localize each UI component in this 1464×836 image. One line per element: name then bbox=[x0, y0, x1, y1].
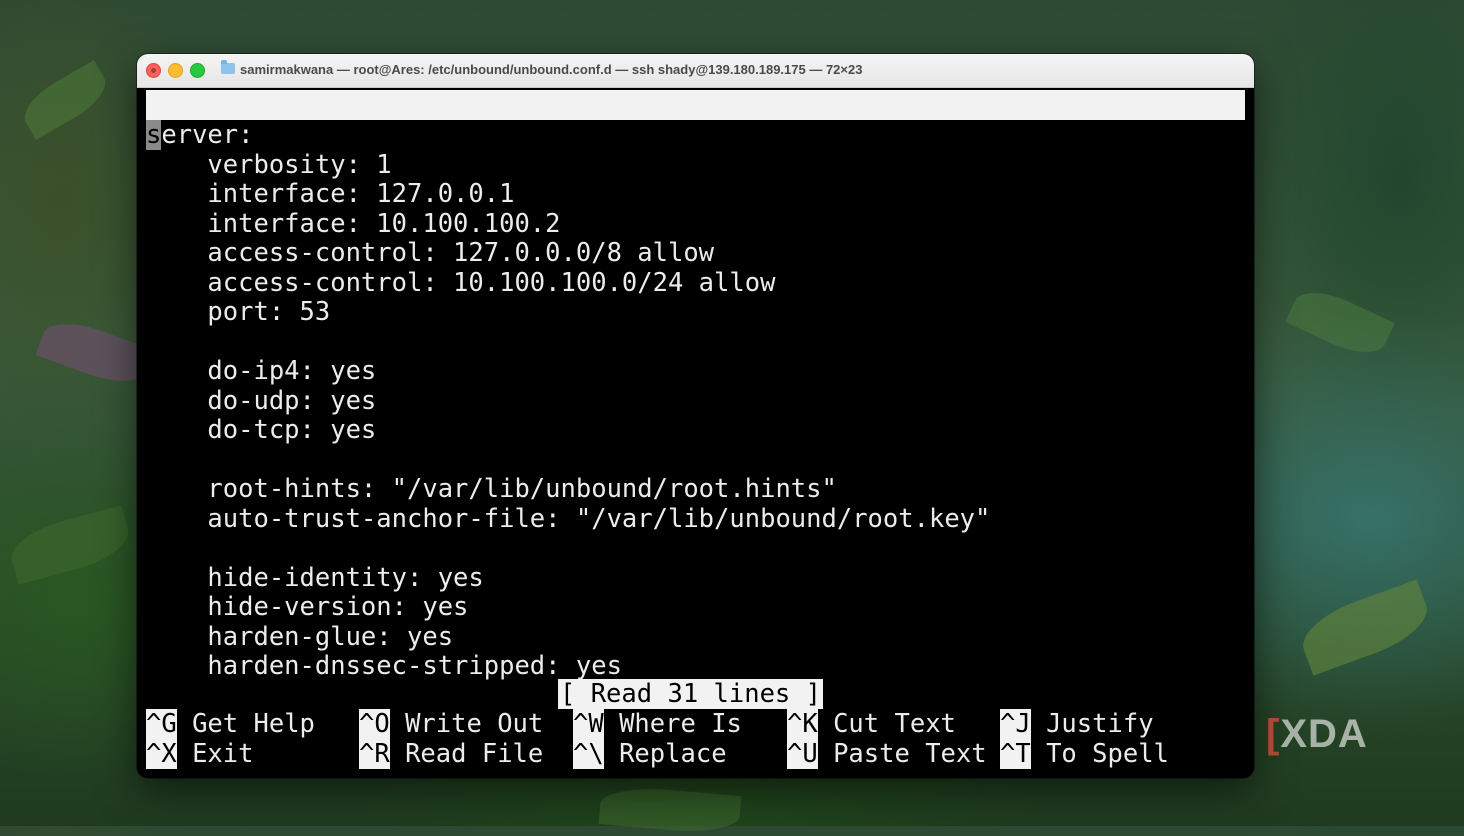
shortcut-label: Cut Text bbox=[833, 709, 956, 739]
shortcut-where-is[interactable]: ^W Where Is bbox=[573, 709, 742, 739]
editor-line[interactable]: harden-glue: yes bbox=[146, 622, 453, 652]
xda-watermark: [XDA bbox=[1266, 712, 1368, 757]
shortcut-key: ^\ bbox=[573, 739, 604, 769]
maximize-window-button[interactable] bbox=[190, 63, 205, 78]
editor-line-text: erver: bbox=[161, 120, 254, 150]
shortcut-label: Where Is bbox=[619, 709, 742, 739]
editor-line[interactable]: do-udp: yes bbox=[146, 386, 376, 416]
editor-line[interactable]: access-control: 10.100.100.0/24 allow bbox=[146, 268, 775, 298]
shortcut-label: Paste Text bbox=[833, 739, 987, 769]
shortcut-label: Justify bbox=[1046, 709, 1154, 739]
editor-line[interactable]: do-ip4: yes bbox=[146, 356, 376, 386]
shortcut-get-help[interactable]: ^G Get Help bbox=[146, 709, 315, 739]
background-leaf bbox=[5, 505, 135, 585]
editor-line[interactable]: hide-identity: yes bbox=[146, 563, 483, 593]
editor-line[interactable]: harden-dnssec-stripped: yes bbox=[146, 651, 622, 681]
folder-icon bbox=[221, 60, 235, 74]
text-cursor: s bbox=[146, 120, 162, 150]
editor-line[interactable]: root-hints: "/var/lib/unbound/root.hints… bbox=[146, 474, 836, 504]
terminal-content[interactable]: GNU nano 4.8 recursive.conf server: verb… bbox=[137, 88, 1254, 778]
editor-line[interactable]: interface: 127.0.0.1 bbox=[146, 179, 514, 209]
shortcut-label: Read File bbox=[405, 739, 544, 769]
shortcut-read-file[interactable]: ^R Read File bbox=[359, 739, 543, 769]
editor-line[interactable]: interface: 10.100.100.2 bbox=[146, 209, 560, 239]
shortcut-replace[interactable]: ^\ Replace bbox=[573, 739, 727, 769]
shortcut-label: To Spell bbox=[1046, 739, 1169, 769]
close-window-button[interactable] bbox=[146, 63, 161, 78]
editor-line[interactable]: auto-trust-anchor-file: "/var/lib/unboun… bbox=[146, 504, 990, 534]
shortcut-key: ^T bbox=[1000, 739, 1031, 769]
title-bar[interactable]: samirmakwana — root@Ares: /etc/unbound/u… bbox=[137, 54, 1254, 88]
background-leaf bbox=[16, 60, 114, 140]
file-name: recursive.conf bbox=[620, 150, 835, 180]
shortcut-label: Replace bbox=[619, 739, 727, 769]
editor-line[interactable]: do-tcp: yes bbox=[146, 415, 376, 445]
editor-line[interactable]: verbosity: 1 bbox=[146, 150, 391, 180]
shortcut-write-out[interactable]: ^O Write Out bbox=[359, 709, 543, 739]
background-leaf bbox=[1294, 579, 1436, 676]
background-leaf bbox=[1285, 280, 1395, 365]
status-message: [ Read 31 lines ] bbox=[558, 679, 823, 709]
shortcut-label: Get Help bbox=[192, 709, 315, 739]
shortcut-cut-text[interactable]: ^K Cut Text bbox=[787, 709, 956, 739]
shortcut-paste-text[interactable]: ^U Paste Text bbox=[787, 739, 987, 769]
shortcut-key: ^R bbox=[359, 739, 390, 769]
editor-line[interactable]: port: 53 bbox=[146, 297, 330, 327]
shortcut-key: ^J bbox=[1000, 709, 1031, 739]
window-title: samirmakwana — root@Ares: /etc/unbound/u… bbox=[240, 62, 863, 77]
shortcut-justify[interactable]: ^J Justify bbox=[1000, 709, 1154, 739]
shortcut-key: ^O bbox=[359, 709, 390, 739]
shortcut-key: ^X bbox=[146, 739, 177, 769]
shortcut-key: ^U bbox=[787, 739, 818, 769]
shortcut-to-spell[interactable]: ^T To Spell bbox=[1000, 739, 1169, 769]
editor-line[interactable]: hide-version: yes bbox=[146, 592, 468, 622]
background-leaf bbox=[598, 783, 742, 836]
shortcut-label: Write Out bbox=[405, 709, 544, 739]
nano-header-bar: GNU nano 4.8 recursive.conf bbox=[146, 90, 1245, 180]
watermark-text: XDA bbox=[1280, 712, 1368, 756]
shortcut-exit[interactable]: ^X Exit bbox=[146, 739, 254, 769]
editor-line[interactable]: access-control: 127.0.0.0/8 allow bbox=[146, 238, 714, 268]
editor-line[interactable]: server: bbox=[146, 120, 253, 150]
shortcut-key: ^K bbox=[787, 709, 818, 739]
close-icon bbox=[151, 68, 156, 73]
shortcut-label: Exit bbox=[192, 739, 254, 769]
minimize-window-button[interactable] bbox=[168, 63, 183, 78]
terminal-window[interactable]: samirmakwana — root@Ares: /etc/unbound/u… bbox=[137, 54, 1254, 778]
shortcut-key: ^G bbox=[146, 709, 177, 739]
xda-logo-icon: [ bbox=[1266, 712, 1281, 756]
shortcut-key: ^W bbox=[573, 709, 604, 739]
